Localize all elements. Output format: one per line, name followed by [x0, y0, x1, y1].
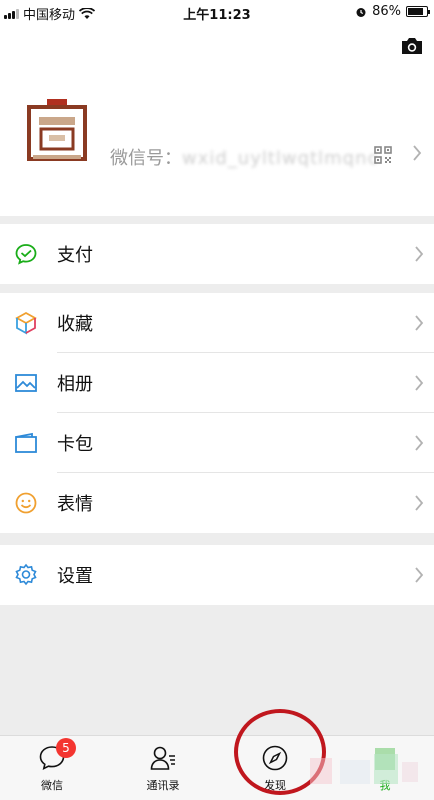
menu-item-settings[interactable]: 设置 [0, 545, 434, 605]
qr-code-icon[interactable] [374, 146, 392, 164]
avatar[interactable] [23, 97, 91, 165]
pay-group: 支付 [0, 224, 434, 284]
collections-group: 收藏 相册 卡包 表情 [0, 293, 434, 533]
favorites-cube-icon [15, 311, 37, 335]
chevron-right-icon [415, 495, 424, 511]
menu-label-favorites: 收藏 [57, 314, 93, 335]
tab-chats[interactable]: 5 微信 [17, 738, 87, 793]
menu-item-cards[interactable]: 卡包 [0, 413, 434, 473]
wechat-id: 微信号：wxid_uyltlwqtlmqnc [110, 144, 378, 170]
chevron-right-icon [415, 375, 424, 391]
chevron-right-icon [415, 315, 424, 331]
profile-card[interactable]: 微信号：wxid_uyltlwqtlmqnc [0, 24, 434, 216]
status-right: 86% [355, 4, 430, 19]
status-bar: 中国移动 上午11:23 86% [0, 0, 434, 24]
gear-icon [15, 563, 37, 586]
tab-label-chats: 微信 [41, 779, 63, 792]
wechat-id-value: wxid_uyltlwqtlmqnc [182, 148, 379, 169]
menu-item-album[interactable]: 相册 [0, 353, 434, 413]
battery-percent: 86% [372, 4, 401, 19]
chevron-right-icon [415, 567, 424, 583]
watermark [310, 754, 418, 784]
unread-badge: 5 [56, 738, 76, 758]
chat-bubble-icon: 5 [38, 738, 76, 772]
alarm-icon [356, 7, 366, 17]
album-image-icon [15, 374, 37, 392]
menu-label-settings: 设置 [57, 566, 93, 587]
chevron-right-icon [415, 246, 424, 262]
chevron-right-icon [415, 435, 424, 451]
menu-label-pay: 支付 [57, 245, 93, 266]
contacts-icon [149, 744, 177, 772]
pay-icon [15, 244, 37, 265]
menu-label-cards: 卡包 [57, 434, 93, 455]
card-wallet-icon [15, 432, 37, 453]
menu-item-stickers[interactable]: 表情 [0, 473, 434, 533]
wechat-id-label: 微信号： [110, 148, 182, 169]
settings-group: 设置 [0, 545, 434, 605]
battery-icon [406, 6, 430, 17]
menu-item-pay[interactable]: 支付 [0, 224, 434, 284]
menu-label-album: 相册 [57, 374, 93, 395]
smiley-icon [15, 492, 37, 514]
chevron-right-icon [413, 145, 422, 161]
tab-contacts[interactable]: 通讯录 [128, 744, 198, 793]
menu-label-stickers: 表情 [57, 494, 93, 515]
menu-item-favorites[interactable]: 收藏 [0, 293, 434, 353]
camera-icon[interactable] [400, 36, 424, 56]
tab-label-contacts: 通讯录 [146, 779, 180, 792]
